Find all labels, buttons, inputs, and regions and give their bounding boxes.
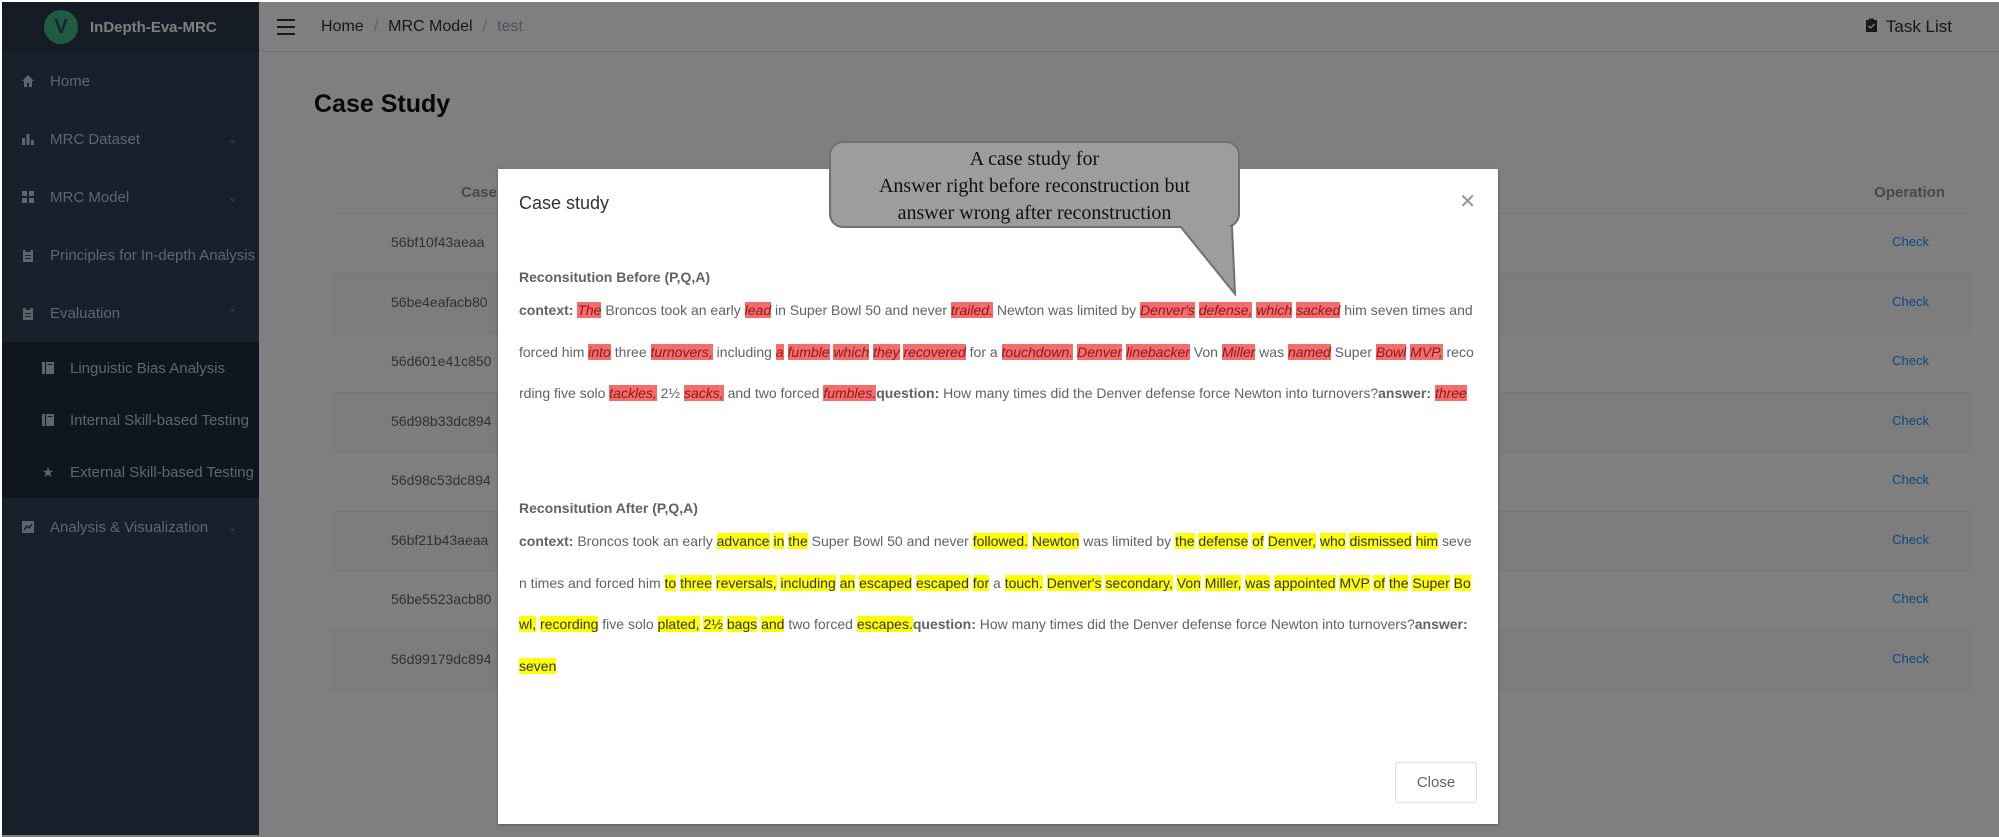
context-label: context: xyxy=(519,302,574,318)
question-text: How many times did the Denver defense fo… xyxy=(943,385,1379,402)
case-study-dialog: Case study ✕ Reconsitution Before (P,Q,A… xyxy=(498,169,1498,824)
callout-pointer xyxy=(1180,226,1237,296)
after-answer: seven xyxy=(519,658,557,675)
before-answer: three xyxy=(1434,385,1467,402)
after-passage: context: Broncos took an early advance i… xyxy=(519,533,1472,675)
annotation-callout: A case study for Answer right before rec… xyxy=(829,141,1240,228)
question-label: question: xyxy=(876,385,940,402)
before-section-title: Reconsitution Before (P,Q,A) xyxy=(519,269,711,285)
context-label: context: xyxy=(519,533,574,549)
answer-label: answer: xyxy=(1414,616,1468,633)
close-icon[interactable]: ✕ xyxy=(1459,189,1476,214)
after-section-title: Reconsitution After (P,Q,A) xyxy=(519,500,698,516)
annotation-line: A case study for xyxy=(969,148,1100,170)
question-label: question: xyxy=(912,616,976,633)
close-button[interactable]: Close xyxy=(1395,762,1477,803)
before-passage: context: The Broncos took an early lead … xyxy=(519,302,1474,402)
annotation-line: Answer right before reconstruction but xyxy=(878,175,1190,197)
answer-label: answer: xyxy=(1378,385,1432,402)
annotation-line: answer wrong after reconstruction xyxy=(897,202,1172,224)
question-text: How many times did the Denver defense fo… xyxy=(979,616,1415,633)
dialog-title: Case study xyxy=(519,193,610,213)
